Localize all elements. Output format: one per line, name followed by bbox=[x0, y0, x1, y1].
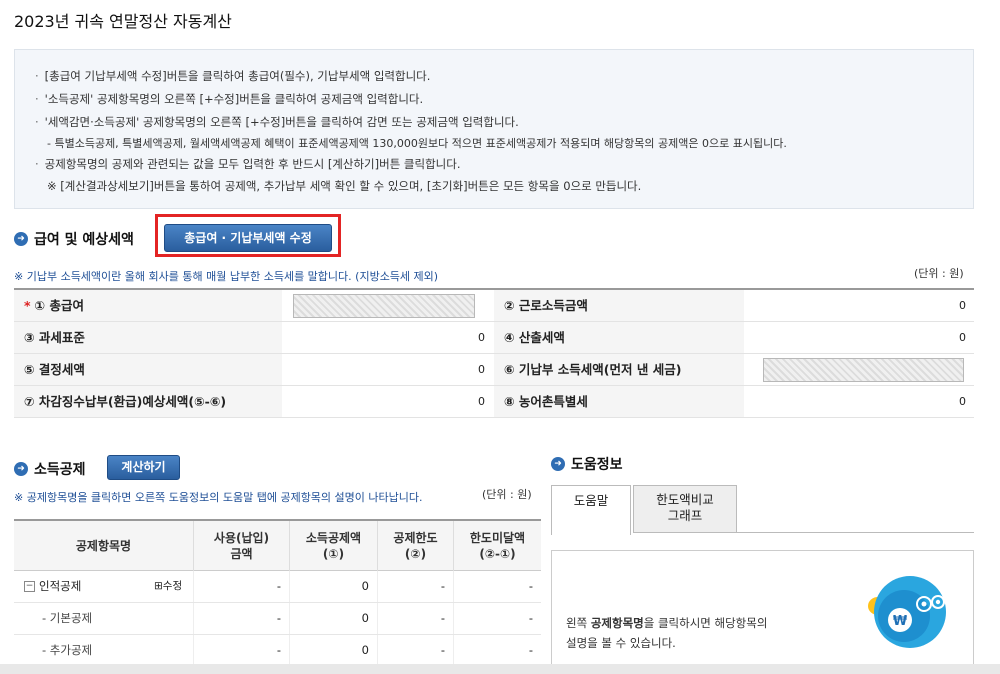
won-coin-mascot-icon: ₩ bbox=[868, 576, 946, 648]
cell-used: - bbox=[194, 571, 290, 602]
arrow-right-circle-icon: ➜ bbox=[14, 462, 28, 476]
deduction-item-name[interactable]: − 인적공제 bbox=[14, 571, 154, 602]
salary-edit-button[interactable]: 총급여 · 기납부세액 수정 bbox=[164, 224, 332, 252]
summary-value: 0 bbox=[478, 331, 485, 344]
tab-limit-graph[interactable]: 한도액비교 그래프 bbox=[633, 485, 737, 533]
salary-section-title: ➜ 급여 및 예상세액 bbox=[14, 229, 134, 249]
col-header-amount: 소득공제액 (①) bbox=[290, 521, 378, 571]
cell-limit: - bbox=[378, 571, 454, 602]
deduction-unit: (단위 : 원) bbox=[482, 488, 532, 501]
notice-line-6: ※ [계산결과상세보기]버튼을 통하여 공제액, 추가납부 세액 확인 할 수 … bbox=[47, 179, 642, 193]
page-title: 2023년 귀속 연말정산 자동계산 bbox=[14, 12, 232, 31]
cell-diff: - bbox=[528, 643, 533, 657]
summary-value: 0 bbox=[959, 299, 966, 312]
minus-box-icon[interactable]: − bbox=[24, 581, 35, 592]
table-row: - 추가공제 - 0 - - bbox=[14, 635, 541, 667]
tab-help[interactable]: 도움말 bbox=[551, 485, 631, 535]
salary-summary-table: * ① 총급여 ② 근로소득금액 0 ③ 과세표준 0 ④ 산출세액 0 ⑤ 결정… bbox=[14, 288, 974, 418]
summary-label: ⑥ 기납부 소득세액(먼저 낸 세금) bbox=[494, 354, 744, 385]
summary-value: 0 bbox=[478, 395, 485, 408]
tab-underline bbox=[737, 532, 974, 533]
cell-limit: - bbox=[378, 635, 454, 666]
summary-value: 0 bbox=[959, 395, 966, 408]
svg-text:₩: ₩ bbox=[893, 614, 908, 629]
help-text: 왼쪽 공제항목명을 클릭하시면 해당항목의 설명을 볼 수 있습니다. bbox=[566, 616, 768, 650]
summary-row: ③ 과세표준 0 ④ 산출세액 0 bbox=[14, 322, 974, 354]
deduction-item-name[interactable]: - 기본공제 bbox=[14, 603, 194, 634]
arrow-right-circle-icon: ➜ bbox=[551, 457, 565, 471]
notice-line-1: [총급여 기납부세액 수정]버튼을 클릭하여 총급여(필수), 기납부세액 입력… bbox=[35, 68, 431, 84]
help-section-title: ➜ 도움정보 bbox=[551, 454, 623, 474]
table-row: − 인적공제 ⊞수정 - 0 - - bbox=[14, 571, 541, 603]
notice-line-5: 공제항목명의 공제와 관련되는 값을 모두 입력한 후 반드시 [계산하기]버튼… bbox=[35, 156, 461, 172]
summary-label: ⑤ 결정세액 bbox=[14, 354, 282, 385]
col-header-name: 공제항목명 bbox=[14, 521, 194, 571]
cell-diff: - bbox=[528, 611, 533, 625]
notice-line-3: '세액감면·소득공제' 공제항목명의 오른쪽 [+수정]버튼을 클릭하여 감면 … bbox=[35, 114, 519, 130]
total-salary-input[interactable] bbox=[293, 294, 475, 318]
col-header-diff: 한도미달액 (②-①) bbox=[469, 531, 526, 561]
col-header-limit: 공제한도 (②) bbox=[378, 521, 454, 571]
deduction-section-title: ➜ 소득공제 bbox=[14, 459, 86, 479]
summary-row: * ① 총급여 ② 근로소득금액 0 bbox=[14, 290, 974, 322]
summary-value: 0 bbox=[478, 363, 485, 376]
edit-button[interactable]: ⊞수정 bbox=[154, 571, 194, 602]
deduction-note: ※ 공제항목명을 클릭하면 오른쪽 도움정보의 도움말 탭에 공제항목의 설명이… bbox=[14, 491, 423, 504]
deduction-table: 공제항목명 사용(납입) 금액 소득공제액 (①) 공제한도 (②) 한도미달액… bbox=[14, 519, 541, 667]
cell-used: - bbox=[194, 603, 290, 634]
summary-label: ③ 과세표준 bbox=[14, 322, 282, 353]
summary-row: ⑦ 차감징수납부(환급)예상세액(⑤-⑥) 0 ⑧ 농어촌특별세 0 bbox=[14, 386, 974, 418]
summary-label: ⑧ 농어촌특별세 bbox=[494, 386, 744, 417]
cell-amount: 0 bbox=[290, 635, 378, 666]
salary-unit: (단위 : 원) bbox=[914, 267, 964, 280]
horizontal-scrollbar[interactable] bbox=[0, 664, 1000, 674]
summary-value: 0 bbox=[959, 331, 966, 344]
summary-label: * ① 총급여 bbox=[14, 290, 282, 321]
prepaid-tax-input[interactable] bbox=[763, 358, 964, 382]
table-row: - 기본공제 - 0 - - bbox=[14, 603, 541, 635]
summary-label: ⑦ 차감징수납부(환급)예상세액(⑤-⑥) bbox=[14, 386, 282, 417]
salary-note: ※ 기납부 소득세액이란 올해 회사를 통해 매월 납부한 소득세를 말합니다.… bbox=[14, 270, 439, 283]
notice-line-2: '소득공제' 공제항목명의 오른쪽 [+수정]버튼을 클릭하여 공제금액 입력합… bbox=[35, 91, 424, 107]
arrow-right-circle-icon: ➜ bbox=[14, 232, 28, 246]
cell-amount: 0 bbox=[290, 603, 378, 634]
cell-diff: - bbox=[528, 579, 533, 593]
required-marker: * bbox=[24, 298, 31, 313]
cell-amount: 0 bbox=[290, 571, 378, 602]
summary-label: ② 근로소득금액 bbox=[494, 290, 744, 321]
col-header-used: 사용(납입) 금액 bbox=[194, 521, 290, 571]
notice-line-4: - 특별소득공제, 특별세액공제, 월세액세액공제 혜택이 표준세액공제액 13… bbox=[47, 137, 787, 150]
deduction-item-name[interactable]: - 추가공제 bbox=[14, 635, 194, 666]
cell-used: - bbox=[194, 635, 290, 666]
summary-row: ⑤ 결정세액 0 ⑥ 기납부 소득세액(먼저 낸 세금) bbox=[14, 354, 974, 386]
calculate-button[interactable]: 계산하기 bbox=[107, 455, 180, 480]
cell-limit: - bbox=[378, 603, 454, 634]
deduction-table-header: 공제항목명 사용(납입) 금액 소득공제액 (①) 공제한도 (②) 한도미달액… bbox=[14, 521, 541, 571]
notice-box: [총급여 기납부세액 수정]버튼을 클릭하여 총급여(필수), 기납부세액 입력… bbox=[14, 49, 974, 209]
summary-label: ④ 산출세액 bbox=[494, 322, 744, 353]
